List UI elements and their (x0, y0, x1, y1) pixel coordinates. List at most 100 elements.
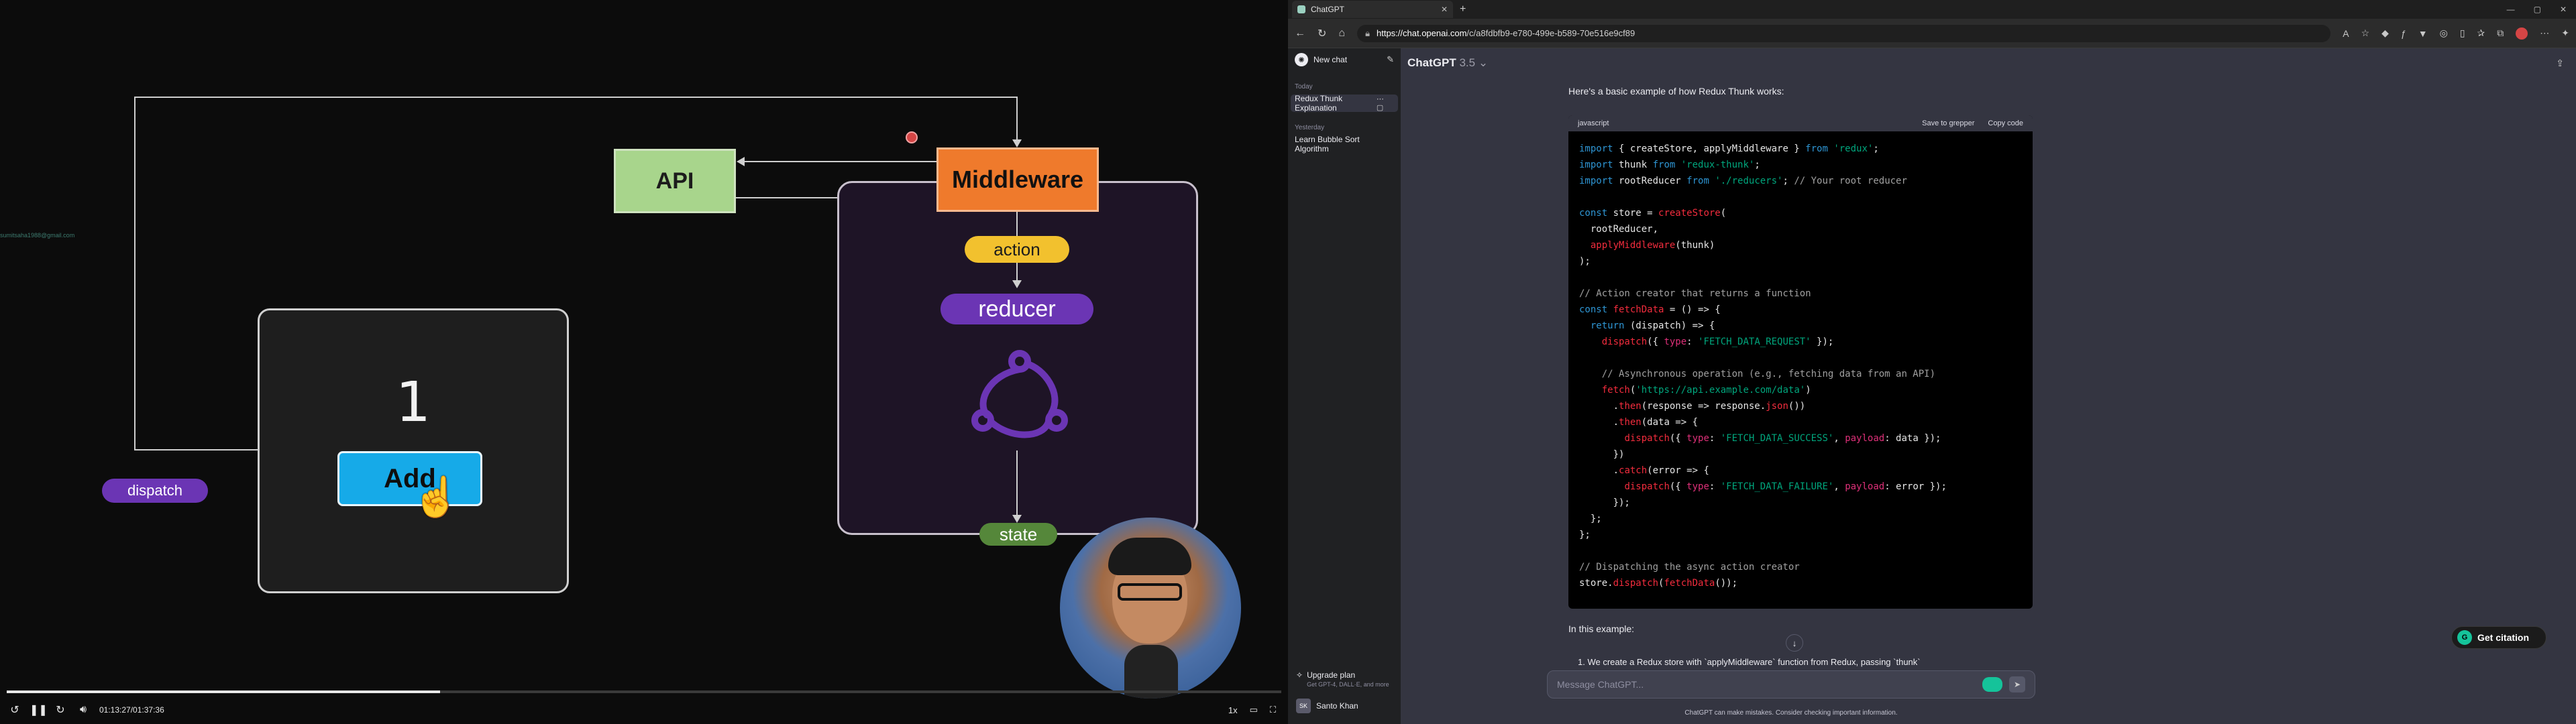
copilot-icon[interactable]: ✦ (2561, 27, 2569, 39)
more-actions-icon[interactable]: ⋯▢ (1377, 95, 1394, 112)
citation-icon: G (2457, 630, 2472, 645)
share-icon[interactable]: ⇪ (2556, 58, 2564, 69)
code-block: javascript Save to grepper Copy code imp… (1568, 115, 2033, 609)
new-chat-label: New chat (1313, 55, 1348, 64)
close-window-icon[interactable]: ✕ (2560, 5, 2567, 14)
playback-speed[interactable]: 1x (1228, 705, 1238, 715)
send-icon[interactable]: ➤ (2009, 676, 2025, 692)
url-domain: https://chat.openai.com (1377, 28, 1467, 38)
avatar: SK (1296, 699, 1311, 713)
presenter-webcam (1060, 518, 1241, 699)
sidebar-footer: ✧ Upgrade plan Get GPT-4, DALL·E, and mo… (1288, 662, 1401, 724)
user-menu[interactable]: SK Santo Khan (1293, 692, 1395, 720)
hand-cursor-icon: ☝ (412, 475, 461, 519)
copy-code-button[interactable]: Copy code (1988, 119, 2023, 127)
forward-icon[interactable]: ↻ (52, 703, 68, 717)
email-watermark: sumitsaha1988@gmail.com (0, 232, 75, 239)
connector-line (1016, 212, 1018, 236)
middleware-box: Middleware (936, 147, 1099, 212)
url-field[interactable]: 🔒︎ https://chat.openai.com /c/a8fdbfb9-e… (1357, 24, 2331, 42)
add-button: Add (337, 451, 482, 506)
disclaimer-text: ChatGPT can make mistakes. Consider chec… (1684, 709, 1898, 717)
browser-window: ChatGPT ✕ + — ▢ ✕ ← ↻ ⌂ 🔒︎ https://chat.… (1288, 0, 2576, 724)
code-content: import { createStore, applyMiddleware } … (1579, 143, 1947, 589)
new-tab-icon[interactable]: + (1460, 3, 1466, 15)
chatgpt-app: ✺ New chat ✎ Today Redux Thunk Explanati… (1288, 48, 2576, 724)
connector-line (134, 97, 136, 449)
connector-line (134, 449, 259, 450)
tab-chatgpt[interactable]: ChatGPT ✕ (1292, 1, 1453, 18)
section-today: Today (1295, 83, 1313, 90)
model-name: ChatGPT (1407, 56, 1456, 69)
tab-title: ChatGPT (1311, 5, 1345, 14)
arrow-left-icon (737, 157, 745, 166)
extension-icon[interactable]: ◎ (2440, 27, 2448, 39)
address-bar: ← ↻ ⌂ 🔒︎ https://chat.openai.com /c/a8fd… (1288, 19, 2576, 48)
save-to-grepper-button[interactable]: Save to grepper (1922, 119, 1974, 127)
maximize-icon[interactable]: ▢ (2534, 5, 2541, 14)
get-citation-button[interactable]: G Get citation (2451, 626, 2546, 649)
home-icon[interactable]: ⌂ (1338, 27, 1345, 40)
model-selector[interactable]: ChatGPT 3.5 ⌄ (1407, 56, 1488, 70)
edit-icon[interactable]: ✎ (1387, 54, 1394, 65)
redux-logo-icon (971, 350, 1068, 438)
fullscreen-icon[interactable]: ⛶ (1270, 705, 1276, 715)
presenter-hair (1108, 538, 1191, 575)
minimize-icon[interactable]: — (2507, 5, 2515, 14)
video-progress-fill (7, 690, 440, 693)
message-input[interactable]: Message ChatGPT... ➤ (1547, 670, 2035, 699)
volume-icon[interactable]: 🔊︎ (75, 704, 91, 716)
captions-icon[interactable]: ▭ (1250, 705, 1258, 715)
connector-line (743, 161, 936, 162)
pause-icon[interactable]: ❚❚ (30, 703, 48, 717)
profile-avatar[interactable] (2516, 27, 2528, 40)
action-pill: action (965, 236, 1069, 263)
ui-component-box: 1 Add (258, 308, 569, 593)
video-player[interactable]: API Middleware action reducer state disp… (0, 0, 1288, 724)
window-controls: — ▢ ✕ (2507, 5, 2567, 14)
chatgpt-favicon-icon (1297, 5, 1305, 13)
connector-line (134, 97, 1017, 98)
state-pill: state (979, 523, 1057, 546)
extension-icon[interactable]: ▼ (2418, 28, 2428, 39)
sidebar-item-label: Redux Thunk Explanation (1295, 94, 1343, 113)
new-chat-button[interactable]: ✺ New chat ✎ (1288, 48, 1401, 71)
reload-icon[interactable]: ↻ (1318, 27, 1326, 40)
collections-icon[interactable]: ⧉ (2497, 27, 2504, 39)
tab-bar: ChatGPT ✕ + — ▢ ✕ (1288, 0, 2576, 19)
dispatch-pill: dispatch (102, 479, 208, 503)
more-menu-icon[interactable]: ⋯ (2540, 27, 2549, 39)
sidebar: ✺ New chat ✎ Today Redux Thunk Explanati… (1288, 48, 1401, 724)
read-aloud-icon[interactable]: A (2343, 28, 2349, 39)
section-yesterday: Yesterday (1295, 124, 1325, 131)
in-example-heading: In this example: (1568, 623, 1635, 634)
sidebar-item-redux-thunk[interactable]: Redux Thunk Explanation ⋯▢ (1291, 94, 1398, 113)
sparkle-icon: ✧ (1296, 670, 1303, 680)
favorite-star-icon[interactable]: ☆ (2361, 27, 2370, 39)
chat-main: ChatGPT 3.5 ⌄ ⇪ Here's a basic example o… (1401, 48, 2576, 724)
model-version: 3.5 (1459, 56, 1476, 69)
url-path: /c/a8fdbfb9-e780-499e-b589-70e516e9cf89 (1466, 28, 1635, 38)
upgrade-plan-button[interactable]: ✧ Upgrade plan Get GPT-4, DALL·E, and mo… (1293, 666, 1395, 692)
scroll-down-button[interactable]: ↓ (1786, 634, 1803, 652)
sidebar-item-bubble-sort[interactable]: Learn Bubble Sort Algorithm (1291, 135, 1398, 154)
recording-dot (906, 131, 918, 143)
extension-icon[interactable]: ƒ (2401, 28, 2406, 39)
player-controls: ↺ ❚❚ ↻ 🔊︎ 01:13:27/01:37:36 1x ▭ ⛶ (0, 700, 1288, 720)
user-name: Santo Khan (1316, 701, 1358, 711)
grammarly-icon[interactable] (1982, 677, 2002, 692)
partial-list-item: 1. We create a Redux store with `applyMi… (1578, 657, 1921, 667)
playback-time: 01:13:27/01:37:36 (99, 705, 164, 715)
openai-logo-icon: ✺ (1295, 53, 1308, 66)
close-tab-icon[interactable]: ✕ (1441, 5, 1448, 14)
back-icon[interactable]: ← (1295, 27, 1305, 40)
extension-icon[interactable]: ◆ (2381, 27, 2389, 39)
upgrade-title: Upgrade plan (1307, 670, 1356, 680)
favorites-icon[interactable]: ✰ (2477, 27, 2485, 39)
presenter-glasses (1118, 583, 1182, 601)
message-placeholder: Message ChatGPT... (1557, 679, 1644, 690)
video-progress-bar[interactable] (7, 690, 1281, 693)
rewind-icon[interactable]: ↺ (7, 703, 23, 717)
arrow-down-icon (1012, 139, 1022, 147)
split-screen-icon[interactable]: ▯ (2460, 27, 2465, 39)
